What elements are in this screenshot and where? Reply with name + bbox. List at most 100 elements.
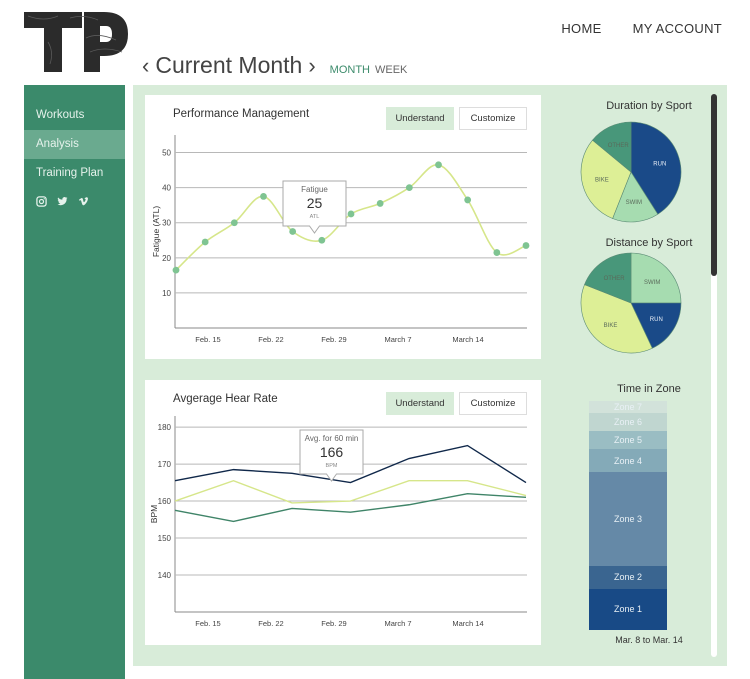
y-tick-label: 50 [162, 149, 171, 158]
top-nav: HOME MY ACCOUNT [561, 21, 722, 36]
distance-by-sport-title: Distance by Sport [605, 237, 693, 249]
instagram-icon[interactable] [36, 196, 47, 207]
scrollbar-track[interactable] [711, 94, 717, 657]
data-point[interactable] [201, 238, 209, 246]
y-tick-label: 40 [162, 184, 171, 193]
y-tick-label: 140 [158, 571, 172, 580]
app-page: HOME MY ACCOUNT ‹ Current Month › MONTH … [0, 0, 750, 679]
tooltip-label: Avg. for 60 min [305, 434, 359, 443]
data-point[interactable] [347, 210, 355, 218]
pie-slice-label: SWIM [644, 280, 660, 286]
zone-segment[interactable]: Zone 3 [589, 472, 667, 566]
data-point[interactable] [318, 236, 326, 244]
y-tick-label: 10 [162, 289, 171, 298]
duration-by-sport-title: Duration by Sport [606, 100, 692, 112]
time-in-zone-title: Time in Zone [617, 383, 681, 395]
data-point[interactable] [464, 196, 472, 204]
scrollbar-thumb[interactable] [711, 94, 717, 276]
pie-slice-label: OTHER [604, 276, 626, 282]
pie-slice-label: RUN [653, 162, 666, 168]
x-tick-label: March 7 [384, 335, 411, 344]
customize-button[interactable]: Customize [459, 107, 527, 130]
time-in-zone-date-range: Mar. 8 to Mar. 14 [615, 635, 683, 645]
data-point[interactable] [376, 200, 384, 207]
series-line [174, 479, 527, 504]
pie-slice-label: BIKE [604, 323, 618, 329]
pie-slice-label: OTHER [608, 143, 630, 149]
zone-segment[interactable]: Zone 7 [589, 401, 667, 413]
x-tick-label: Feb. 22 [258, 335, 283, 344]
series-line [174, 492, 527, 523]
data-point[interactable] [522, 242, 530, 249]
understand-button[interactable]: Understand [386, 107, 454, 130]
month-bar: ‹ Current Month › MONTH WEEK [142, 52, 407, 79]
x-tick-label: Feb. 15 [195, 619, 220, 628]
sidebar-item-analysis[interactable]: Analysis [24, 130, 125, 159]
y-axis-label: BPM [149, 505, 159, 523]
pie-slice[interactable] [630, 252, 682, 304]
distance-by-sport-pie: SWIM RUN BIKE OTHER [580, 252, 682, 354]
performance-management-card: 10 20 30 40 50 Feb. 15 Feb. 22 Feb. 29 March 7 Ma… [145, 95, 541, 359]
next-month-chevron-icon[interactable]: › [308, 53, 315, 79]
y-tick-label: 150 [158, 534, 172, 543]
x-tick-label: Feb. 29 [321, 619, 346, 628]
x-tick-label: March 14 [452, 335, 483, 344]
main-panel: 10 20 30 40 50 Feb. 15 Feb. 22 Feb. 29 March 7 Ma… [133, 85, 727, 666]
x-tick-label: March 14 [452, 619, 483, 628]
x-tick-label: Feb. 15 [195, 335, 220, 344]
y-tick-label: 20 [162, 254, 171, 263]
zone-segment[interactable]: Zone 6 [589, 412, 667, 431]
twitter-icon[interactable] [57, 196, 68, 207]
zone-segment[interactable]: Zone 5 [589, 430, 667, 450]
data-point[interactable] [493, 249, 501, 256]
y-tick-label: 160 [158, 497, 172, 506]
data-point[interactable] [405, 184, 413, 192]
sidebar-item-training-plan[interactable]: Training Plan [24, 159, 125, 188]
y-tick-label: 170 [158, 460, 172, 469]
pie-slice-label: RUN [650, 317, 663, 323]
page-title: Current Month [155, 52, 303, 78]
pie-slice-label: SWIM [626, 200, 642, 206]
data-point[interactable] [260, 193, 267, 200]
month-toggle[interactable]: MONTH [330, 64, 370, 76]
y-tick-label: 180 [158, 423, 172, 432]
vimeo-icon[interactable] [78, 196, 89, 207]
performance-management-title: Performance Management [173, 108, 310, 120]
zone-segment[interactable]: Zone 4 [589, 449, 667, 472]
tooltip-label: Fatigue [301, 185, 328, 194]
zone-segment[interactable]: Zone 1 [589, 588, 667, 630]
data-tooltip: Avg. for 60 min166 BPM [299, 429, 364, 482]
nav-my-account-link[interactable]: MY ACCOUNT [633, 21, 722, 36]
tp-logo[interactable] [24, 12, 128, 72]
time-in-zone-bar: Zone 7 Zone 6 Zone 5 Zone 4 Zone 3 Zone 2 Zone… [589, 401, 667, 630]
zone-segment[interactable]: Zone 2 [589, 565, 667, 589]
understand-button[interactable]: Understand [386, 392, 454, 415]
nav-home-link[interactable]: HOME [561, 21, 601, 36]
customize-button[interactable]: Customize [459, 392, 527, 415]
week-toggle[interactable]: WEEK [375, 64, 407, 76]
x-tick-label: Feb. 29 [321, 335, 346, 344]
sidebar-item-workouts[interactable]: Workouts [24, 101, 125, 130]
data-point[interactable] [230, 219, 238, 227]
x-tick-label: March 7 [384, 619, 411, 628]
x-tick-label: Feb. 22 [258, 619, 283, 628]
social-links [24, 196, 125, 207]
tooltip-unit: ATL [310, 214, 320, 220]
y-tick-label: 30 [162, 219, 171, 228]
tooltip-unit: BPM [326, 463, 338, 469]
prev-month-chevron-icon[interactable]: ‹ [142, 53, 149, 79]
sidebar: Workouts Analysis Training Plan [24, 85, 125, 679]
average-heart-rate-card: 140 150 160 170 180 Feb. 15 Feb. 22 Feb. 29 Marc… [145, 380, 541, 645]
data-point[interactable] [172, 266, 180, 274]
average-heart-rate-title: Avgerage Hear Rate [173, 393, 278, 405]
y-axis-label: Fatigue (ATL) [151, 206, 161, 258]
average-heart-rate-chart: 140 150 160 170 180 Feb. 15 Feb. 22 Feb. 29 Marc… [149, 416, 527, 628]
data-point[interactable] [289, 228, 297, 235]
data-point[interactable] [435, 161, 442, 169]
pie-slice-label: BIKE [595, 178, 609, 184]
series-line [175, 163, 527, 271]
performance-management-chart: 10 20 30 40 50 Feb. 15 Feb. 22 Feb. 29 March 7 Ma… [151, 135, 530, 344]
tooltip-value: 166 [320, 444, 344, 460]
duration-by-sport-pie: RUN SWIM BIKE OTHER [580, 121, 682, 223]
data-tooltip: Fatigue25 ATL [282, 180, 347, 234]
